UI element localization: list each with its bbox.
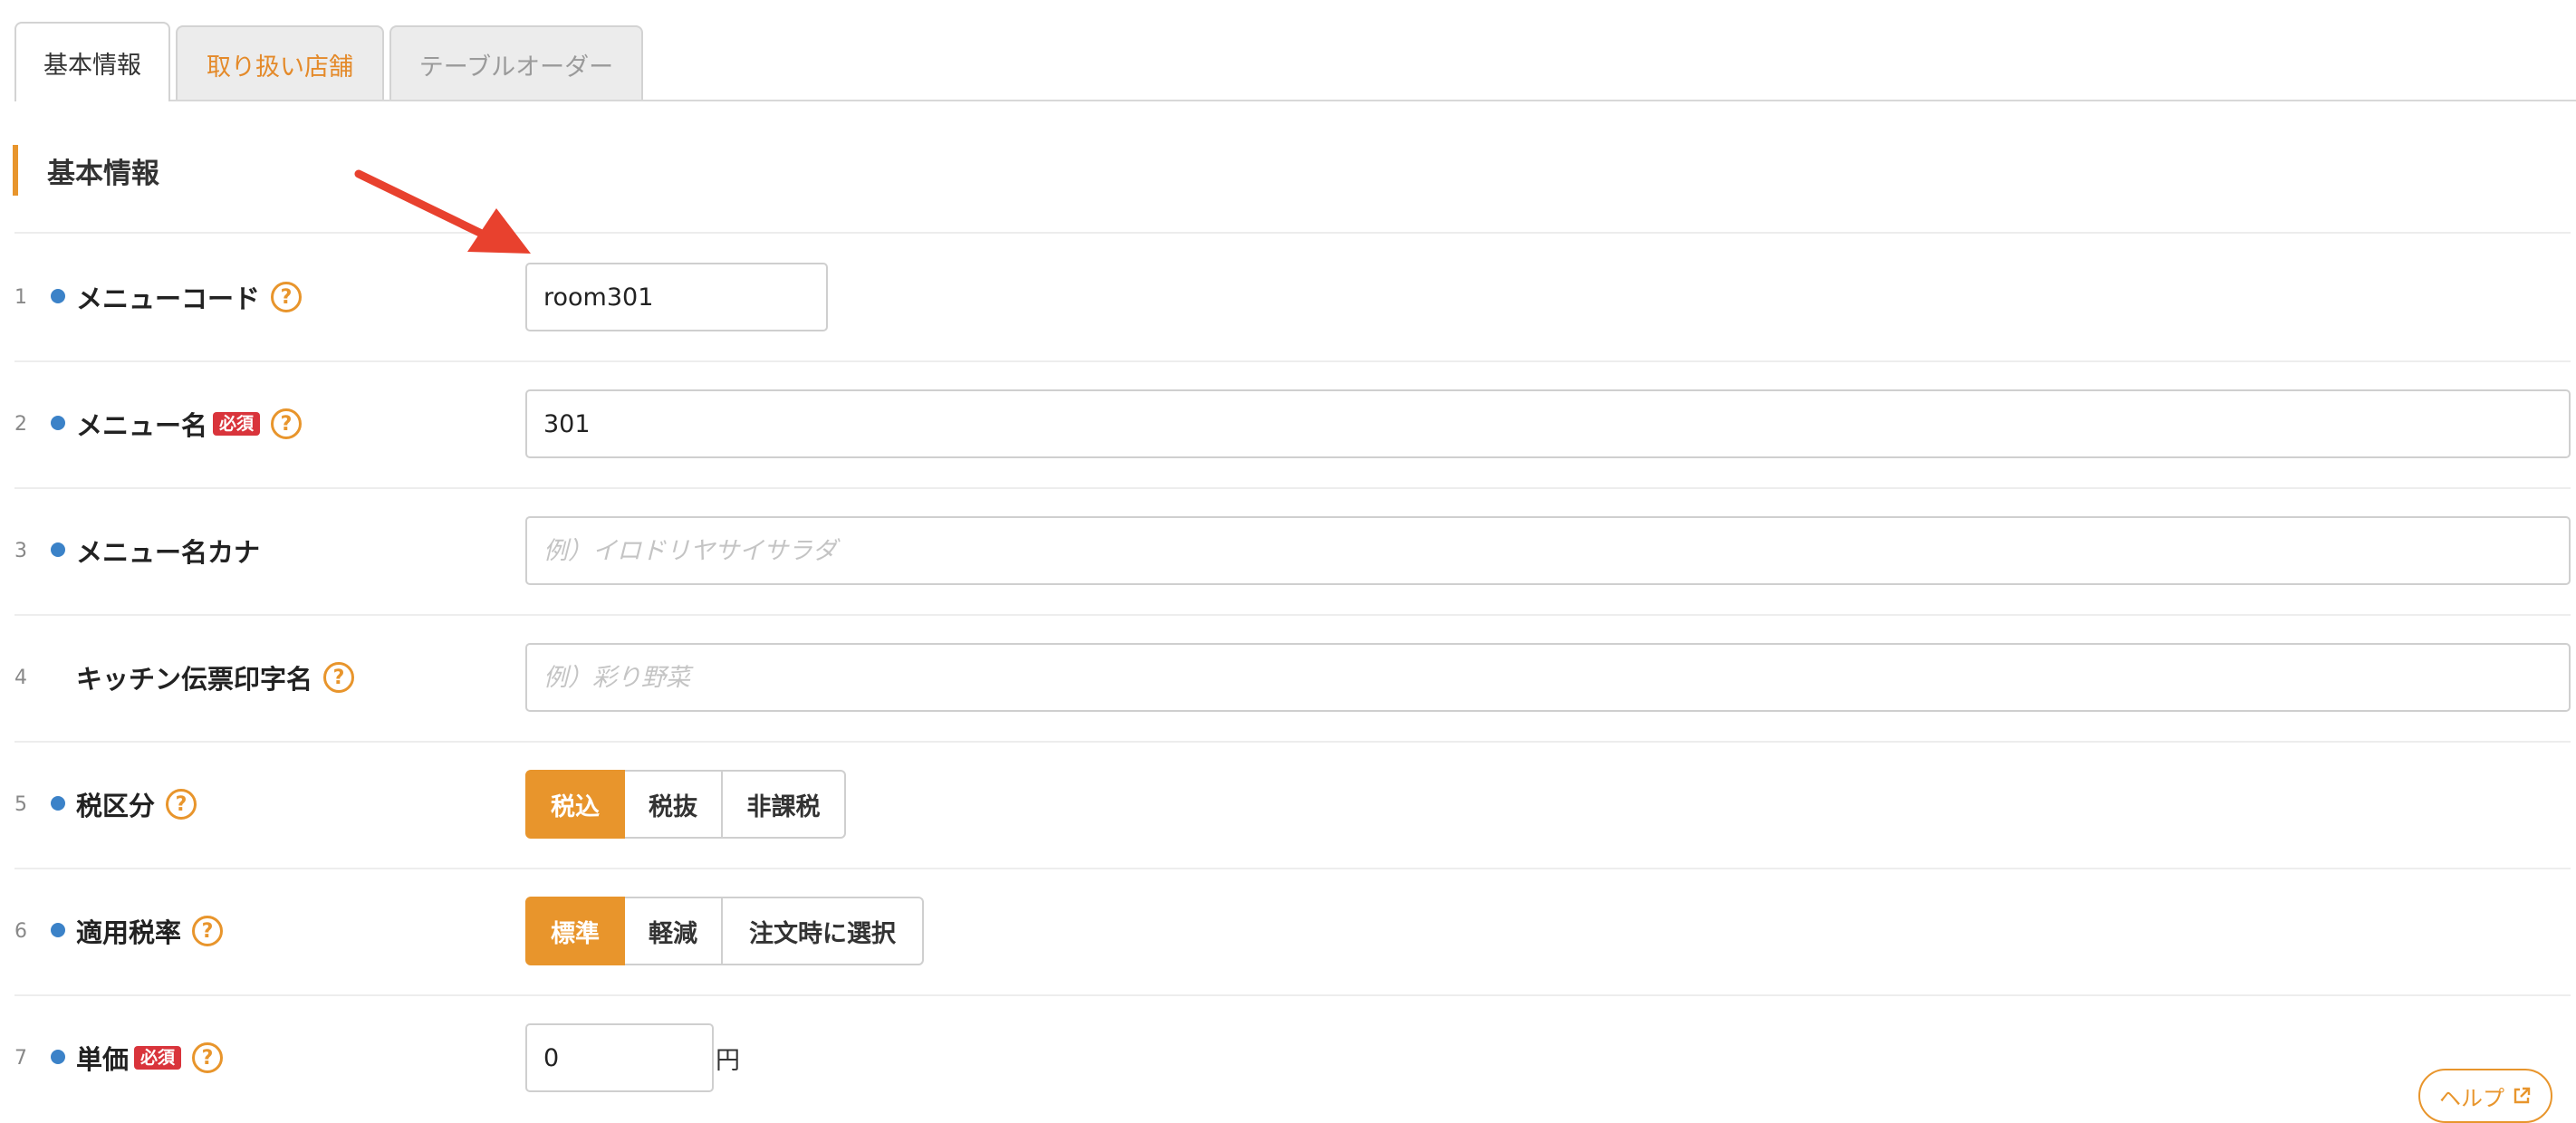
form-row-menu-name: 2 メニュー名 必須 ? bbox=[14, 360, 2571, 489]
field-label: 税区分 ? bbox=[76, 741, 197, 868]
bullet-dot bbox=[51, 289, 65, 303]
section-title: 基本情報 bbox=[13, 145, 159, 196]
reduced-rate-option[interactable]: 軽減 bbox=[625, 897, 723, 965]
annotation-arrow-icon bbox=[354, 169, 531, 254]
unit-price-input[interactable] bbox=[525, 1023, 714, 1092]
field-label: 適用税率 ? bbox=[76, 868, 224, 994]
field-label-text: 単価 bbox=[76, 1044, 130, 1075]
bullet-dot bbox=[51, 796, 65, 811]
bullet-dot bbox=[51, 923, 65, 937]
question-icon[interactable]: ? bbox=[271, 408, 303, 439]
row-number: 2 bbox=[14, 412, 27, 436]
question-icon[interactable]: ? bbox=[271, 282, 303, 312]
form-row-tax-type: 5 税区分 ? 税込 税抜 非課税 bbox=[14, 741, 2571, 869]
field-label-text: メニューコード bbox=[76, 283, 261, 314]
tax-rate-toggle: 標準 軽減 注文時に選択 bbox=[525, 897, 924, 965]
bullet-dot bbox=[51, 416, 65, 430]
tab-stores[interactable]: 取り扱い店舗 bbox=[176, 25, 384, 101]
field-label: メニュー名 必須 ? bbox=[76, 360, 303, 487]
question-icon[interactable]: ? bbox=[323, 662, 355, 693]
tax-type-toggle: 税込 税抜 非課税 bbox=[525, 770, 846, 839]
menu-name-input[interactable] bbox=[525, 389, 2571, 458]
standard-rate-option[interactable]: 標準 bbox=[525, 897, 625, 965]
bullet-dot bbox=[51, 542, 65, 557]
form-row-unit-price: 7 単価 必須 ? 円 bbox=[14, 994, 2571, 1121]
kitchen-print-name-input[interactable] bbox=[525, 643, 2571, 712]
menu-name-kana-input[interactable] bbox=[525, 516, 2571, 585]
required-badge: 必須 bbox=[134, 1045, 182, 1070]
tab-basic-info[interactable]: 基本情報 bbox=[14, 22, 170, 101]
field-label: 単価 必須 ? bbox=[76, 994, 224, 1121]
field-label-text: 適用税率 bbox=[76, 917, 182, 948]
field-label-text: 税区分 bbox=[76, 791, 156, 821]
form-row-kitchen-print-name: 4 キッチン伝票印字名 ? bbox=[14, 614, 2571, 743]
tax-excluded-option[interactable]: 税抜 bbox=[625, 770, 723, 839]
question-icon[interactable]: ? bbox=[192, 1042, 224, 1073]
required-badge: 必須 bbox=[213, 411, 261, 437]
select-at-order-option[interactable]: 注文時に選択 bbox=[723, 897, 924, 965]
row-number: 3 bbox=[14, 539, 27, 562]
row-number: 5 bbox=[14, 792, 27, 816]
help-button[interactable]: ヘルプ bbox=[2418, 1069, 2552, 1123]
row-number: 6 bbox=[14, 919, 27, 943]
row-number: 1 bbox=[14, 285, 27, 309]
field-label: メニューコード ? bbox=[76, 234, 303, 360]
tax-exempt-option[interactable]: 非課税 bbox=[723, 770, 846, 839]
form-row-tax-rate: 6 適用税率 ? 標準 軽減 注文時に選択 bbox=[14, 868, 2571, 996]
row-number: 7 bbox=[14, 1046, 27, 1070]
currency-unit: 円 bbox=[716, 1046, 740, 1075]
tab-bar: 基本情報 取り扱い店舗 テーブルオーダー bbox=[14, 22, 2576, 101]
question-icon[interactable]: ? bbox=[192, 916, 224, 946]
field-label-text: メニュー名カナ bbox=[76, 537, 261, 568]
row-number: 4 bbox=[14, 666, 27, 689]
tab-table-order[interactable]: テーブルオーダー bbox=[389, 25, 643, 101]
form-row-menu-name-kana: 3 メニュー名カナ bbox=[14, 487, 2571, 616]
field-label: キッチン伝票印字名 ? bbox=[76, 614, 355, 741]
tab-divider bbox=[14, 100, 2576, 101]
menu-code-input[interactable] bbox=[525, 263, 828, 331]
field-label-text: メニュー名 bbox=[76, 410, 208, 441]
help-button-label: ヘルプ bbox=[2439, 1085, 2504, 1111]
field-label: メニュー名カナ bbox=[76, 487, 260, 614]
bullet-dot bbox=[51, 1050, 65, 1064]
field-label-text: キッチン伝票印字名 bbox=[76, 664, 313, 695]
tax-included-option[interactable]: 税込 bbox=[525, 770, 625, 839]
external-link-icon bbox=[2514, 1087, 2531, 1104]
question-icon[interactable]: ? bbox=[166, 789, 197, 820]
